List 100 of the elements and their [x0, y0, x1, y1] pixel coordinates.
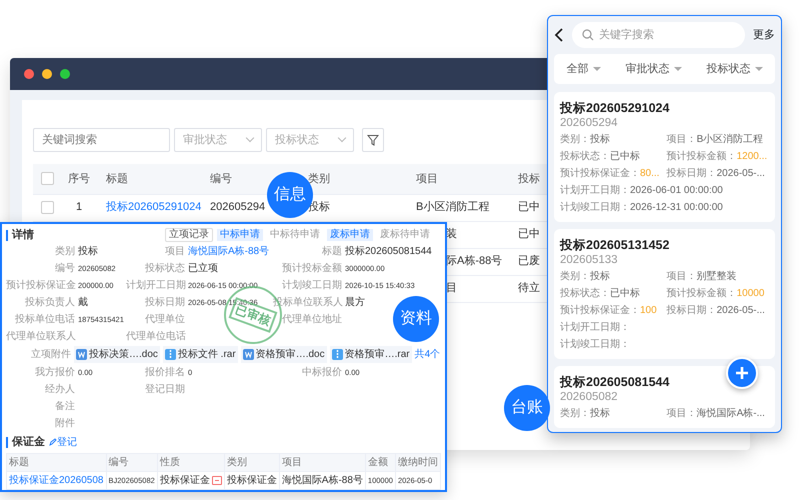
table-cell: 已中 [518, 228, 540, 240]
record-card[interactable]: 投标202605081544 202605082 类别：投标 项目：海悦国际A栋-... [554, 366, 775, 428]
field-label: 类别 [54, 244, 76, 259]
file-chip[interactable]: 资格预审….doc [240, 346, 327, 363]
field-label: 中标报价 [301, 366, 343, 380]
section-title: 详情 [6, 230, 34, 240]
field-value: B小区消防工程 [696, 132, 764, 147]
filter-icon [367, 134, 379, 146]
record-number: 202605294 [560, 116, 619, 131]
table-cell: 投标保证金 [226, 475, 277, 486]
field-value: 投标 [590, 132, 610, 147]
filter-dropdown[interactable]: 审批状态 [626, 60, 682, 78]
field-label: 投标日期 [144, 296, 186, 310]
field-label: 项目： [666, 270, 697, 284]
field-label: 代理单位地址 [281, 312, 343, 327]
table-cell: 1 [76, 201, 82, 214]
field-label: 计划竣工日期： [560, 200, 630, 215]
field-label: 预计投标金额： [666, 150, 737, 164]
field-label: 预计投标金额 [281, 262, 343, 276]
record-button[interactable]: 立项记录 [165, 228, 213, 242]
field-value: 投标202605081544 [345, 246, 432, 257]
column-header: 编号 [108, 457, 128, 468]
column-header: 标题 [98, 164, 202, 194]
field-value: 已中标 [610, 150, 640, 164]
field-label: 计划竣工日期 [281, 278, 343, 293]
field-label: 投标单位电话 [14, 312, 76, 327]
caret-icon [754, 67, 762, 71]
filter-dropdown[interactable]: 全部 [566, 60, 600, 78]
field-label: 经办人 [44, 382, 76, 397]
table-cell: 投标保证金 [160, 475, 210, 486]
field-label: 预计投标保证金： [560, 304, 640, 318]
field-label: 投标日期： [666, 304, 717, 318]
status-text: 废标待申请 [379, 229, 431, 241]
edit-icon [49, 438, 57, 446]
search-icon [582, 29, 594, 41]
caret-icon [674, 67, 682, 71]
field-value: 海悦国际A栋-... [696, 406, 765, 421]
file-chip[interactable]: 投标文件 .rar [162, 346, 238, 363]
register-link[interactable]: 登记 [49, 434, 77, 450]
field-label: 代理单位电话 [126, 330, 187, 344]
checkbox[interactable] [41, 172, 54, 186]
filter-button[interactable] [362, 128, 384, 152]
column-header: 标题 [9, 457, 29, 468]
table-cell: B小区消防工程 [416, 201, 490, 214]
maximize-button[interactable] [60, 69, 70, 79]
field-label: 附件 [54, 417, 76, 431]
record-card[interactable]: 投标202605131452 202605133 类别：投标 项目：别墅整装 投标状态：已中标 预计投标金额：10000 预计投标保证金：100 投标日期：2026-05-... 计划开工日期： 计划竣工日期： [554, 229, 775, 359]
field-label: 计划开工日期： [560, 320, 630, 335]
apply-button[interactable]: 中标申请 [217, 229, 263, 241]
field-value: 100 [640, 304, 657, 318]
title-link[interactable]: 投标202605291024 [106, 201, 202, 214]
word-icon [76, 349, 87, 360]
apply-button[interactable]: 废标申请 [327, 229, 373, 241]
card-title: 投标202605081544 [560, 374, 670, 390]
section-title: 保证金 [6, 436, 45, 448]
close-button[interactable] [24, 69, 34, 79]
record-number: 202605133 [560, 253, 619, 268]
plus-icon [735, 366, 749, 380]
field-label: 预计投标保证金 [6, 278, 77, 293]
column-header: 类别 [226, 457, 247, 468]
field-label: 立项附件 [30, 348, 72, 362]
field-label: 报价排名 [144, 366, 186, 380]
field-value: 2026-05-... [716, 304, 765, 318]
field-value: 2026-06-01 00:00:00 [630, 184, 723, 198]
back-button[interactable] [554, 28, 564, 42]
table-cell: 202605294 [210, 201, 266, 214]
field-value: 2026-05-... [716, 167, 765, 181]
field-label: 预计投标金额： [666, 286, 737, 301]
more-button[interactable]: 更多 [753, 26, 775, 44]
field-label: 项目： [666, 407, 697, 421]
record-card[interactable]: 投标202605291024 202605294 类别：投标 项目：B小区消防工程 投标状态：已中标 预计投标金额：1200... 预计投标保证金：80... 投标日期：2026-05-... 计划开工日期：2026-06-01 00:00:00 计划竣工日期：2026-12-31 00:00:00 [554, 92, 775, 222]
table-cell: 已中 [518, 201, 540, 214]
column-header: 项目 [282, 457, 302, 468]
field-value: 戴 [78, 297, 88, 308]
field-label: 代理单位 [144, 312, 186, 327]
table-cell: 已废 [518, 255, 540, 268]
checkbox[interactable] [41, 201, 54, 214]
field-label: 类别： [560, 406, 590, 421]
column-header: 缴纳时间 [398, 457, 438, 468]
status-text: 中标待申请 [269, 229, 321, 241]
file-chip[interactable]: 投标决策….doc [74, 346, 160, 363]
table-cell: 待立 [518, 282, 540, 294]
field-value: 2026-12-31 00:00:00 [630, 201, 723, 215]
more-link[interactable]: 共4个 [414, 347, 440, 362]
field-label: 登记日期 [144, 382, 186, 397]
filter-dropdown[interactable]: 投标状态 [706, 60, 762, 78]
field-value: 10000 [736, 287, 764, 301]
field-value: 已立项 [188, 263, 218, 274]
field-value: 别墅整装 [696, 270, 737, 284]
file-chip[interactable]: 资格预审….rar [330, 346, 412, 363]
back-icon [554, 28, 564, 42]
field-label: 我方报价 [34, 366, 76, 380]
field-value: 投标 [590, 406, 610, 421]
search-field[interactable]: 关键词搜索 [33, 128, 170, 152]
field-label: 代理单位联系人 [6, 330, 77, 344]
field-value: 1200... [736, 150, 768, 164]
field-label: 投标日期： [666, 166, 717, 181]
project-link[interactable]: 海悦国际A栋-88号 [188, 246, 270, 257]
minimize-button[interactable] [42, 69, 52, 79]
card-title: 投标202605131452 [560, 237, 670, 253]
